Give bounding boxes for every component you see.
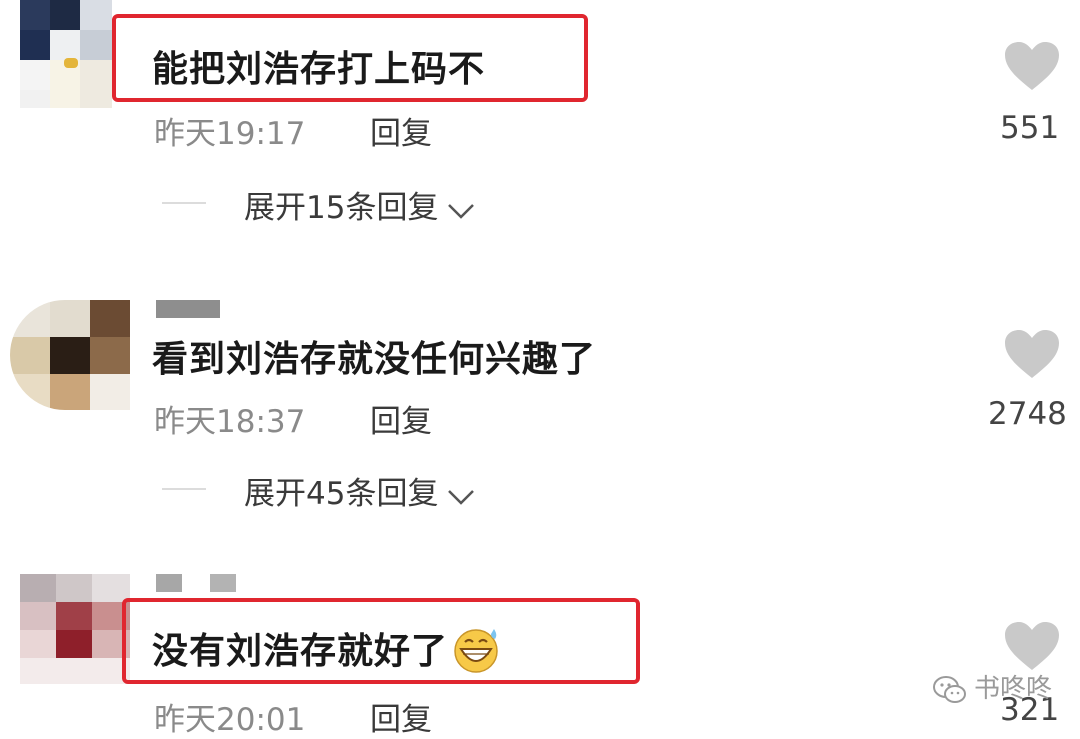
reply-button[interactable]: 回复: [370, 396, 432, 441]
watermark: 书咚咚: [932, 668, 1052, 705]
avatar[interactable]: [20, 0, 112, 108]
like-button[interactable]: [1002, 40, 1062, 92]
like-button[interactable]: [1002, 620, 1062, 672]
comment-time: 昨天18:37: [154, 404, 306, 440]
chevron-down-icon: [446, 192, 476, 228]
expand-replies-button[interactable]: 展开15条回复: [244, 182, 476, 228]
reply-button[interactable]: 回复: [370, 694, 432, 739]
comment-time: 昨天20:01: [154, 702, 306, 738]
expand-replies-label: 展开45条回复: [244, 476, 439, 512]
chevron-down-icon: [446, 478, 476, 514]
comment-text: 能把刘浩存打上码不: [152, 49, 486, 90]
avatar[interactable]: [20, 574, 130, 684]
comment-time: 昨天19:17: [154, 116, 306, 152]
grinning-sweat-emoji: [450, 625, 502, 682]
reply-button[interactable]: 回复: [370, 108, 432, 153]
heart-icon: [1005, 330, 1059, 378]
like-count: 2748: [988, 396, 1067, 432]
heart-icon: [1005, 622, 1059, 670]
expand-divider: [162, 202, 206, 204]
comment-text: 看到刘浩存就没任何兴趣了: [152, 339, 597, 380]
like-button[interactable]: [1002, 328, 1062, 380]
comment-text: 没有刘浩存就好了: [152, 622, 502, 682]
expand-divider: [162, 488, 206, 490]
like-count: 551: [1000, 110, 1060, 146]
wechat-icon: [932, 675, 966, 703]
comment-text-content: 没有刘浩存就好了: [152, 631, 449, 672]
heart-icon: [1005, 42, 1059, 90]
avatar[interactable]: [10, 300, 130, 410]
expand-replies-label: 展开15条回复: [244, 190, 439, 226]
watermark-text: 书咚咚: [973, 674, 1052, 704]
expand-replies-button[interactable]: 展开45条回复: [244, 468, 476, 514]
